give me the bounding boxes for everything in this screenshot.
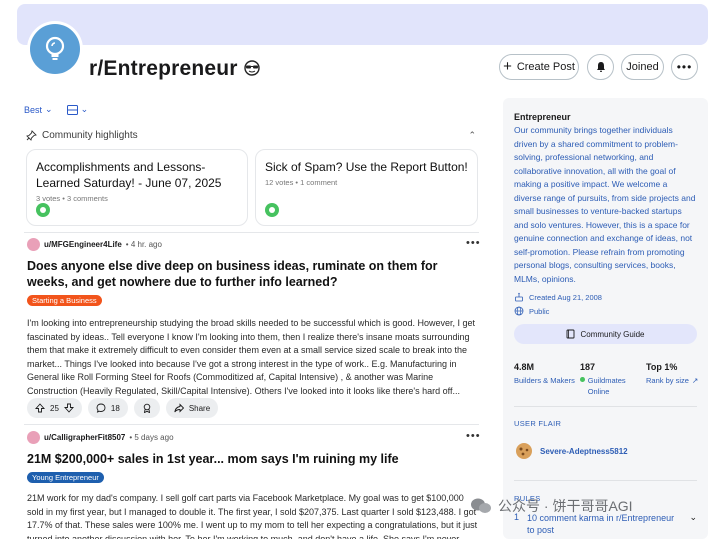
community-guide-button[interactable]: Community Guide — [514, 324, 697, 344]
vote-count: 25 — [50, 403, 59, 413]
card-view-icon — [66, 104, 78, 115]
sunglasses-snoo-icon — [244, 60, 260, 76]
upvote-icon[interactable] — [35, 403, 45, 413]
community-highlights-header[interactable]: Community highlights ⌃ — [26, 130, 476, 141]
plus-icon: + — [503, 58, 512, 75]
pin-icon — [26, 130, 37, 141]
feed-sort-bar: Best ⌄ ⌄ — [24, 104, 88, 115]
cake-icon — [515, 292, 523, 302]
post-time: • 4 hr. ago — [125, 240, 162, 249]
book-icon — [567, 329, 575, 339]
ellipsis-icon: ••• — [676, 60, 693, 74]
online-count: 187 — [580, 362, 596, 372]
members-stat: 4.8M Builders & Makers — [514, 362, 580, 397]
post-more-options-icon[interactable]: ••• — [466, 430, 481, 442]
subreddit-name: r/Entrepreneur — [89, 57, 238, 80]
sidebar-divider — [514, 480, 697, 481]
post-author[interactable]: u/MFGEngineer4Life — [44, 240, 122, 249]
user-flair-name: Severe-Adeptness5812 — [540, 446, 628, 456]
user-flair-avatar — [516, 443, 532, 459]
rank-label: Rank by size — [646, 376, 689, 385]
external-link-icon: ↗ — [691, 376, 699, 385]
members-label: Builders & Makers — [514, 376, 575, 385]
created-label: Created Aug 21, 2008 — [529, 292, 602, 302]
highlight-title: Accomplishments and Lessons-Learned Satu… — [36, 160, 222, 190]
community-badge-icon — [265, 203, 279, 217]
highlight-meta: 12 votes • 1 comment — [265, 178, 338, 187]
sidebar-community-title: Entrepreneur — [514, 112, 571, 122]
wechat-icon — [471, 498, 491, 513]
post-actions: 25 18 Share — [27, 398, 219, 418]
share-icon — [174, 403, 184, 413]
divider — [24, 424, 479, 425]
sort-mode-label: Best — [24, 104, 43, 115]
highlight-meta: 3 votes • 3 comments — [36, 194, 108, 203]
rank-value: Top 1% — [646, 362, 678, 372]
post-title[interactable]: 21M $200,000+ sales in 1st year... mom s… — [27, 452, 477, 468]
online-label: Guildmates Online — [587, 376, 626, 396]
globe-icon — [514, 306, 524, 316]
community-guide-label: Community Guide — [580, 329, 645, 339]
notifications-button[interactable] — [587, 54, 614, 80]
sidebar-divider — [514, 406, 697, 407]
community-badge-icon — [36, 203, 50, 217]
post-flair[interactable]: Young Entrepreneur — [27, 472, 104, 483]
user-flair-row[interactable]: Severe-Adeptness5812 — [514, 441, 628, 461]
created-date: Created Aug 21, 2008 — [514, 292, 602, 302]
post-author-row: u/CalligrapherFit8507 • 5 days ago — [27, 431, 174, 444]
user-avatar[interactable] — [27, 431, 40, 444]
more-options-button[interactable]: ••• — [671, 54, 698, 80]
share-button[interactable]: Share — [165, 398, 219, 418]
community-description: Our community brings together individual… — [514, 125, 696, 284]
sort-dropdown[interactable]: Best ⌄ — [24, 104, 53, 115]
rank-stat[interactable]: Top 1% Rank by size ↗ — [646, 362, 712, 397]
share-label: Share — [188, 403, 211, 413]
highlights-heading: Community highlights — [42, 130, 138, 141]
chevron-down-icon: ⌄ — [45, 104, 53, 114]
user-avatar[interactable] — [27, 238, 40, 251]
comment-icon — [96, 403, 106, 413]
bell-icon — [596, 62, 605, 72]
post-author[interactable]: u/CalligrapherFit8507 — [44, 433, 125, 442]
view-mode-dropdown[interactable]: ⌄ — [66, 104, 89, 115]
comments-button[interactable]: 18 — [87, 398, 128, 418]
watermark: 公众号 · 饼干哥哥AGI — [470, 496, 633, 516]
award-icon — [143, 403, 151, 413]
visibility: Public — [514, 306, 549, 316]
downvote-icon[interactable] — [63, 403, 74, 413]
watermark-text: 公众号 · 饼干哥哥AGI — [498, 498, 633, 514]
user-flair-heading: USER FLAIR — [514, 419, 562, 428]
post-author-row: u/MFGEngineer4Life • 4 hr. ago — [27, 238, 162, 251]
create-post-button[interactable]: + Create Post — [499, 54, 579, 80]
visibility-label: Public — [529, 306, 550, 316]
award-button[interactable] — [133, 398, 160, 418]
post-time: • 5 days ago — [129, 433, 174, 442]
highlight-card[interactable]: Sick of Spam? Use the Report Button! 12 … — [255, 149, 478, 226]
post-flair[interactable]: Starting a Business — [27, 295, 102, 306]
online-stat: 187 Guildmates Online — [580, 362, 646, 397]
subreddit-avatar[interactable] — [27, 21, 83, 77]
joined-button[interactable]: Joined — [621, 54, 664, 80]
vote-control: 25 — [27, 398, 82, 418]
subreddit-banner — [17, 4, 708, 45]
chevron-down-icon: ⌄ — [80, 104, 89, 114]
members-count: 4.8M — [514, 362, 535, 372]
highlight-card[interactable]: Accomplishments and Lessons-Learned Satu… — [26, 149, 248, 226]
highlight-title: Sick of Spam? Use the Report Button! — [265, 160, 468, 174]
post-body[interactable]: 21M work for my dad's company. I sell go… — [27, 492, 479, 539]
create-post-label: Create Post — [516, 61, 575, 73]
post-body[interactable]: I'm looking into entrepreneurship studyi… — [27, 317, 479, 398]
lightbulb-icon — [45, 36, 65, 60]
online-dot-icon — [580, 377, 585, 382]
chevron-up-icon[interactable]: ⌃ — [468, 130, 476, 141]
community-stats: 4.8M Builders & Makers 187 Guildmates On… — [514, 362, 712, 397]
chevron-down-icon: ⌄ — [689, 512, 697, 522]
divider — [24, 232, 479, 233]
post-more-options-icon[interactable]: ••• — [466, 237, 481, 249]
post-title[interactable]: Does anyone else dive deep on business i… — [27, 259, 477, 290]
comment-count: 18 — [110, 403, 120, 413]
